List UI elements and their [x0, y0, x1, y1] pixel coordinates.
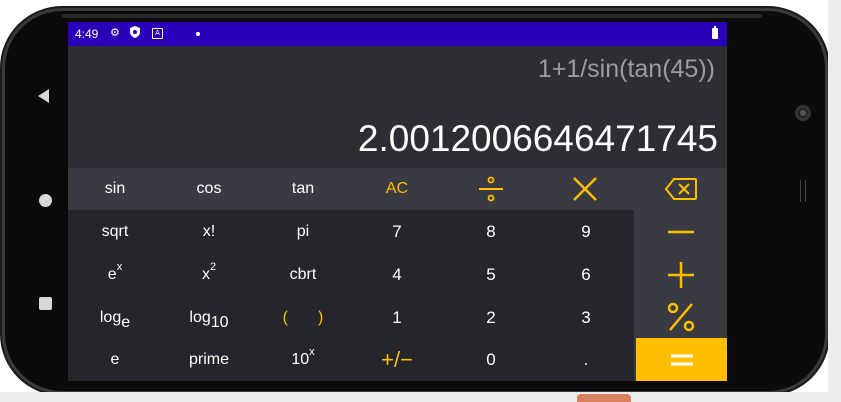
pi-label: pi	[296, 222, 310, 240]
factorial-label: x!	[202, 222, 216, 240]
digit-9-label: 9	[581, 221, 591, 241]
log-10-base: log	[189, 308, 211, 326]
tan-label: tan	[291, 180, 315, 197]
plus-minus-label: +/−	[381, 347, 413, 372]
minus-icon	[667, 230, 694, 233]
decimal-label: .	[583, 350, 589, 369]
sin-button[interactable]: sin	[68, 168, 162, 210]
digit-7-label: 7	[392, 221, 402, 241]
back-icon[interactable]	[38, 89, 49, 103]
cos-label: cos	[196, 180, 222, 197]
cbrt-button[interactable]: cbrt	[256, 253, 350, 296]
sensor-grille	[800, 180, 806, 202]
status-time: 4:49	[75, 27, 99, 41]
square-sup: 2	[209, 260, 217, 273]
sqrt-button[interactable]: sqrt	[68, 210, 162, 253]
shield-icon	[130, 26, 140, 42]
prime-label: prime	[188, 351, 229, 368]
digit-6-button[interactable]: 6	[538, 253, 634, 296]
factorial-button[interactable]: x!	[162, 210, 256, 253]
digit-8-button[interactable]: 8	[444, 210, 538, 253]
prime-button[interactable]: prime	[162, 339, 256, 381]
accessibility-a-icon: A	[152, 28, 163, 39]
decimal-button[interactable]: .	[538, 339, 634, 381]
sqrt-label: sqrt	[101, 222, 129, 240]
log-10-sub: 10	[210, 313, 229, 331]
bottom-pill	[577, 394, 631, 402]
digit-0-label: 0	[486, 350, 496, 369]
paren-open-label: (	[282, 308, 288, 326]
equals-icon	[670, 354, 693, 365]
e-constant-label: e	[110, 351, 120, 368]
minus-button[interactable]	[634, 210, 727, 253]
digit-4-button[interactable]: 4	[350, 253, 444, 296]
battery-icon	[712, 26, 718, 39]
digit-6-label: 6	[581, 264, 591, 284]
log-e-base: log	[99, 308, 122, 326]
paren-close-label: )	[318, 308, 324, 326]
home-icon[interactable]	[39, 194, 52, 207]
digit-1-button[interactable]: 1	[350, 296, 444, 339]
camera-icon	[795, 105, 811, 121]
sin-label: sin	[104, 180, 126, 197]
digit-3-label: 3	[581, 307, 591, 327]
clear-button[interactable]: AC	[350, 168, 444, 210]
digit-7-button[interactable]: 7	[350, 210, 444, 253]
background-strip-bottom	[0, 392, 841, 402]
expression-display: 1+1/sin(tan(45))	[537, 55, 715, 83]
digit-2-button[interactable]: 2	[444, 296, 538, 339]
digit-2-label: 2	[486, 307, 496, 327]
log-10-button[interactable]: log 10	[162, 296, 256, 339]
divide-button[interactable]	[444, 168, 538, 210]
digit-3-button[interactable]: 3	[538, 296, 634, 339]
backspace-button[interactable]	[634, 168, 727, 210]
digit-8-label: 8	[486, 221, 496, 241]
digit-1-label: 1	[392, 307, 402, 327]
multiply-icon	[573, 177, 597, 201]
log-e-sub: e	[121, 313, 131, 331]
recents-icon[interactable]	[39, 297, 52, 310]
log-e-button[interactable]: log e	[68, 296, 162, 339]
e-constant-button[interactable]: e	[68, 339, 162, 381]
digit-0-button[interactable]: 0	[444, 339, 538, 381]
parentheses-button[interactable]: ( )	[256, 296, 350, 339]
exp-base: e	[107, 265, 117, 283]
notification-dot-icon	[196, 32, 200, 36]
status-bar: 4:49 ⚙ A	[68, 22, 727, 46]
clear-label: AC	[385, 180, 409, 197]
digit-5-label: 5	[486, 264, 496, 284]
cbrt-label: cbrt	[289, 265, 317, 283]
phone-top-ridge	[62, 14, 762, 18]
calculator-screen: 4:49 ⚙ A 1+1/sin(tan(45)) 2.001200664647…	[68, 22, 727, 381]
square-button[interactable]: x2	[162, 253, 256, 296]
backspace-icon	[664, 178, 697, 200]
background-strip-right	[828, 0, 841, 402]
digit-5-button[interactable]: 5	[444, 253, 538, 296]
digit-4-label: 4	[392, 264, 402, 284]
percent-icon	[667, 302, 694, 332]
settings-gear-icon: ⚙	[110, 27, 120, 39]
equals-button[interactable]	[636, 338, 727, 381]
exp-button[interactable]: ex	[68, 253, 162, 296]
pow10-sup: x	[309, 346, 315, 358]
square-base: x	[201, 265, 210, 283]
tan-button[interactable]: tan	[256, 168, 350, 210]
result-display: 2.0012006646471745	[357, 118, 718, 159]
multiply-button[interactable]	[538, 168, 632, 210]
pow10-button[interactable]: 10 x	[256, 339, 350, 381]
percent-button[interactable]	[634, 296, 727, 338]
plus-icon	[667, 261, 694, 288]
plus-button[interactable]	[634, 253, 727, 296]
digit-9-button[interactable]: 9	[538, 210, 634, 253]
pi-button[interactable]: pi	[256, 210, 350, 253]
pow10-base: 10	[291, 351, 310, 368]
divide-icon	[479, 176, 503, 202]
cos-button[interactable]: cos	[162, 168, 256, 210]
exp-sup: x	[116, 260, 123, 273]
plus-minus-button[interactable]: +/−	[350, 339, 444, 381]
